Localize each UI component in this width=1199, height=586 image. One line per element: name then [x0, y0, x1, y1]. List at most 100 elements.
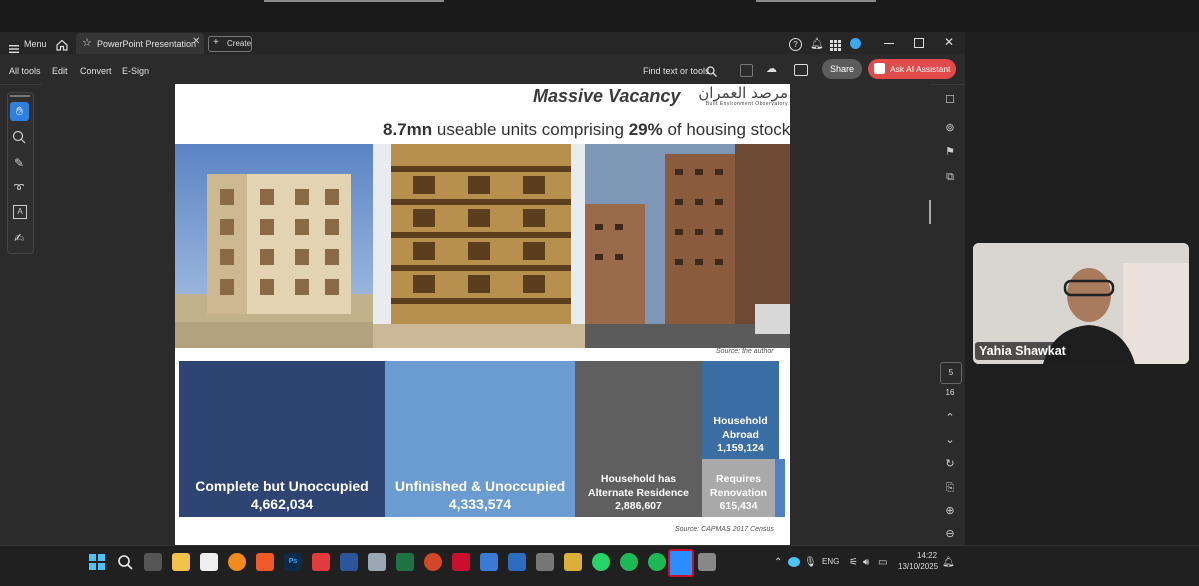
profile-avatar[interactable]: [850, 38, 861, 49]
bookmark-icon[interactable]: ⚑: [943, 145, 957, 159]
link-icon[interactable]: ⊚: [943, 121, 957, 135]
app-icon[interactable]: [536, 553, 554, 571]
clock-time[interactable]: 14:22: [917, 551, 937, 560]
notepad-icon[interactable]: [200, 553, 218, 571]
treemap-label: Household Abroad: [713, 415, 768, 441]
app3-icon[interactable]: [698, 553, 716, 571]
extract-icon[interactable]: ⎘: [943, 481, 957, 495]
calendar-icon[interactable]: [508, 553, 526, 571]
volume-icon[interactable]: 🔊︎: [863, 557, 869, 568]
rotate-icon[interactable]: ↻: [943, 457, 957, 471]
menu-label[interactable]: Menu: [24, 39, 47, 49]
brave-icon[interactable]: [256, 553, 274, 571]
pages-icon[interactable]: ⧉: [943, 170, 957, 184]
powerpoint-icon[interactable]: [424, 553, 442, 571]
treemap-label: Complete but Unoccupied: [195, 477, 369, 494]
ai-icon: [874, 63, 885, 74]
whatsapp-icon[interactable]: [592, 553, 610, 571]
tab-title[interactable]: PowerPoint Presentation: [97, 39, 196, 49]
menu-all-tools[interactable]: All tools: [9, 66, 41, 76]
find-tools-label[interactable]: Find text or tools: [643, 66, 710, 76]
observatory-logo: مرصد العمران Built Environment Observato…: [688, 85, 788, 109]
hand-tool-icon[interactable]: ✋︎: [10, 102, 29, 121]
photoshop-icon[interactable]: Ps: [284, 553, 302, 571]
chart-source: Source: CAPMAS 2017 Census: [675, 526, 774, 533]
ask-ai-label: Ask AI Assistant: [890, 64, 951, 74]
spotify-alt-icon[interactable]: [620, 553, 638, 571]
word-icon[interactable]: [340, 553, 358, 571]
menu-convert[interactable]: Convert: [80, 66, 112, 76]
minimize-icon[interactable]: [884, 43, 894, 44]
scrollbar[interactable]: [929, 200, 931, 224]
close-tab-icon[interactable]: ✕: [192, 37, 202, 47]
search-icon[interactable]: [706, 64, 717, 77]
apps-icon[interactable]: [830, 38, 841, 51]
top-strip: [0, 0, 1199, 32]
help-icon[interactable]: ?: [789, 38, 802, 51]
treemap-cell: Complete but Unoccupied 4,662,034: [179, 361, 385, 517]
comment-icon[interactable]: ☐: [943, 93, 957, 107]
notification-icon[interactable]: 🔔︎: [942, 557, 955, 568]
page-down-icon[interactable]: ⌄: [943, 433, 957, 447]
calculator-icon[interactable]: [368, 553, 386, 571]
treemap-cell: Household has Alternate Residence 2,886,6…: [575, 361, 702, 517]
acrobat-icon[interactable]: [452, 553, 470, 571]
photo-building-2: [373, 144, 585, 348]
bell-icon[interactable]: 🔔︎: [810, 37, 824, 50]
zoom-out-icon[interactable]: ⊖: [943, 527, 957, 541]
subtitle-end: of housing stock: [662, 120, 791, 139]
create-button[interactable]: + Create: [208, 36, 252, 52]
home-icon[interactable]: [56, 38, 68, 51]
treemap-label: Unfinished & Unoccupied: [394, 477, 566, 494]
treemap-value: 4,333,574: [448, 495, 512, 512]
slide-title: Massive Vacancy: [533, 86, 681, 106]
plus-icon: +: [213, 37, 219, 48]
treemap-cell: Requires Renovation 615,434: [702, 459, 775, 517]
lasso-icon[interactable]: ➰︎: [11, 180, 27, 196]
firefox-icon[interactable]: [228, 553, 246, 571]
zoom-app-icon[interactable]: [668, 549, 694, 577]
spotify-icon[interactable]: [648, 553, 666, 571]
print-icon[interactable]: [794, 64, 808, 76]
fill-sign-icon[interactable]: ✍︎: [11, 230, 27, 246]
treemap-label: Household has Alternate Residence: [588, 473, 689, 499]
logo-arabic: مرصد العمران: [698, 84, 788, 102]
battery-icon[interactable]: ▭: [878, 557, 887, 568]
task-view-icon[interactable]: [144, 553, 162, 571]
share-button[interactable]: Share: [822, 59, 862, 79]
menu-edit[interactable]: Edit: [52, 66, 68, 76]
close-window-icon[interactable]: ✕: [944, 36, 954, 48]
restore-icon[interactable]: [914, 38, 924, 48]
star-icon[interactable]: ☆: [82, 38, 93, 49]
zoom-icon[interactable]: [11, 130, 27, 146]
app2-icon[interactable]: [564, 553, 582, 571]
strip-mark: [264, 0, 444, 2]
menu-esign[interactable]: E-Sign: [122, 66, 149, 76]
save-icon[interactable]: [740, 64, 753, 77]
file-explorer-icon[interactable]: [172, 553, 190, 571]
ask-ai-button[interactable]: Ask AI Assistant: [868, 59, 956, 79]
current-page-field[interactable]: 5: [940, 362, 962, 384]
windows-start-icon[interactable]: [88, 553, 106, 571]
excel-icon[interactable]: [396, 553, 414, 571]
zoom-in-icon[interactable]: ⊕: [943, 504, 957, 518]
upload-cloud-icon[interactable]: ☁: [766, 63, 779, 75]
rail-grip: [10, 95, 30, 97]
search-taskbar-icon[interactable]: [116, 553, 134, 571]
clock-date[interactable]: 13/10/2025: [898, 562, 938, 571]
pencil-icon[interactable]: ✎: [11, 155, 27, 171]
mic-icon[interactable]: 🎙︎: [804, 557, 817, 568]
units-figure: 8.7mn: [383, 120, 433, 139]
wifi-icon[interactable]: ⚟: [849, 557, 858, 568]
maps-icon[interactable]: [480, 553, 498, 571]
subtitle-mid: useable units comprising: [432, 120, 629, 139]
zotero-icon[interactable]: [312, 553, 330, 571]
hamburger-icon[interactable]: [9, 40, 19, 53]
strip-mark: [756, 0, 876, 2]
treemap-label: Requires Renovation: [709, 473, 768, 499]
text-select-icon[interactable]: A: [13, 205, 27, 219]
cloud-icon[interactable]: [788, 557, 800, 567]
chevron-up-icon[interactable]: ⌃: [774, 557, 782, 568]
language-indicator[interactable]: ENG: [822, 557, 839, 566]
page-up-icon[interactable]: ⌃: [943, 411, 957, 425]
